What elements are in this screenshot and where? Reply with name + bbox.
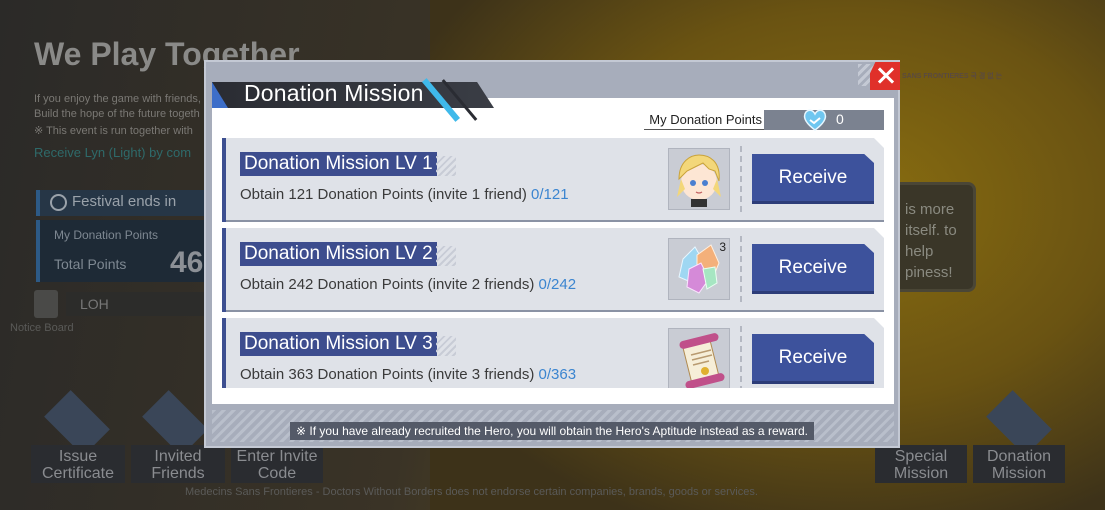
mission-progress: 0/363 [538, 366, 577, 383]
my-points-label: My Donation Points [54, 228, 159, 242]
divider [740, 146, 742, 212]
mission-title: Donation Mission LV 1 [240, 152, 437, 176]
receive-button[interactable]: Receive [752, 334, 874, 384]
points-panel: My Donation Points Total Points 46 [36, 220, 206, 282]
reward-slot[interactable] [668, 148, 730, 210]
mission-row: Donation Mission LV 3 Obtain 363 Donatio… [222, 318, 884, 388]
scroll-icon [679, 333, 725, 388]
background-link: Receive Lyn (Light) by com [34, 145, 192, 160]
special-mission-button[interactable]: Special Mission [875, 445, 967, 483]
invited-friends-button[interactable]: Invited Friends [131, 445, 225, 483]
my-donation-points: My Donation Points 0 [644, 109, 884, 131]
mission-row: Donation Mission LV 1 Obtain 121 Donatio… [222, 138, 884, 222]
donation-mission-button[interactable]: Donation Mission [973, 445, 1065, 483]
row-underline [226, 220, 884, 222]
mission-row: Donation Mission LV 2 Obtain 242 Donatio… [222, 228, 884, 312]
mission-title: Donation Mission LV 2 [240, 242, 437, 266]
receive-button[interactable]: Receive [752, 244, 874, 294]
total-points-label: Total Points [54, 256, 127, 272]
mission-progress: 0/242 [538, 276, 577, 293]
clock-icon [50, 194, 67, 211]
reward-slot[interactable] [668, 328, 730, 388]
festival-label: Festival ends in [72, 193, 177, 210]
my-donation-points-label: My Donation Points [644, 110, 766, 130]
reward-slot[interactable]: 3 [668, 238, 730, 300]
close-button[interactable] [870, 62, 900, 90]
reward-count: 3 [719, 240, 726, 254]
footer-disclaimer: Medecins Sans Frontieres - Doctors Witho… [185, 486, 758, 498]
my-donation-points-value: 0 [836, 111, 844, 127]
mission-description: Obtain 121 Donation Points (invite 1 fri… [240, 186, 569, 203]
divider [740, 236, 742, 302]
mission-requirement: Obtain 363 Donation Points (invite 3 fri… [240, 366, 535, 383]
notice-board-icon [34, 290, 58, 318]
total-points-value: 46 [170, 246, 204, 279]
background-text-line: If you enjoy the game with friends, [34, 93, 201, 105]
dialog-title: Donation Mission [244, 80, 424, 106]
row-underline [226, 310, 884, 312]
title-decoration [436, 246, 456, 266]
mission-requirement: Obtain 242 Donation Points (invite 2 fri… [240, 276, 535, 293]
my-donation-points-box: 0 [764, 109, 884, 131]
background-text-line: ※ This event is run together with [34, 125, 193, 137]
receive-button[interactable]: Receive [752, 154, 874, 204]
issue-certificate-button[interactable]: Issue Certificate [31, 445, 125, 483]
mission-title: Donation Mission LV 3 [240, 332, 437, 356]
festival-timer: Festival ends in [36, 190, 206, 216]
mission-requirement: Obtain 121 Donation Points (invite 1 fri… [240, 186, 527, 203]
title-decoration [436, 336, 456, 356]
donation-mission-dialog: Donation Mission My Donation Points 0 Do… [204, 60, 900, 448]
title-decoration [436, 156, 456, 176]
msf-logo: SANS FRONTIERES 국 경 없 는 [902, 73, 1003, 80]
mission-description: Obtain 242 Donation Points (invite 2 fri… [240, 276, 576, 293]
mission-description: Obtain 363 Donation Points (invite 3 fri… [240, 366, 576, 383]
divider [740, 326, 742, 388]
hero-portrait-icon [677, 154, 721, 207]
notice-board-label: Notice Board [10, 322, 74, 334]
background-text-line: Build the hope of the future togeth [34, 108, 200, 120]
heart-hands-icon [803, 109, 827, 131]
mission-progress: 0/121 [531, 186, 569, 203]
notice-text: LOH [66, 292, 206, 316]
enter-invite-code-button[interactable]: Enter Invite Code [231, 445, 323, 483]
reward-note: ※ If you have already recruited the Hero… [290, 422, 814, 440]
